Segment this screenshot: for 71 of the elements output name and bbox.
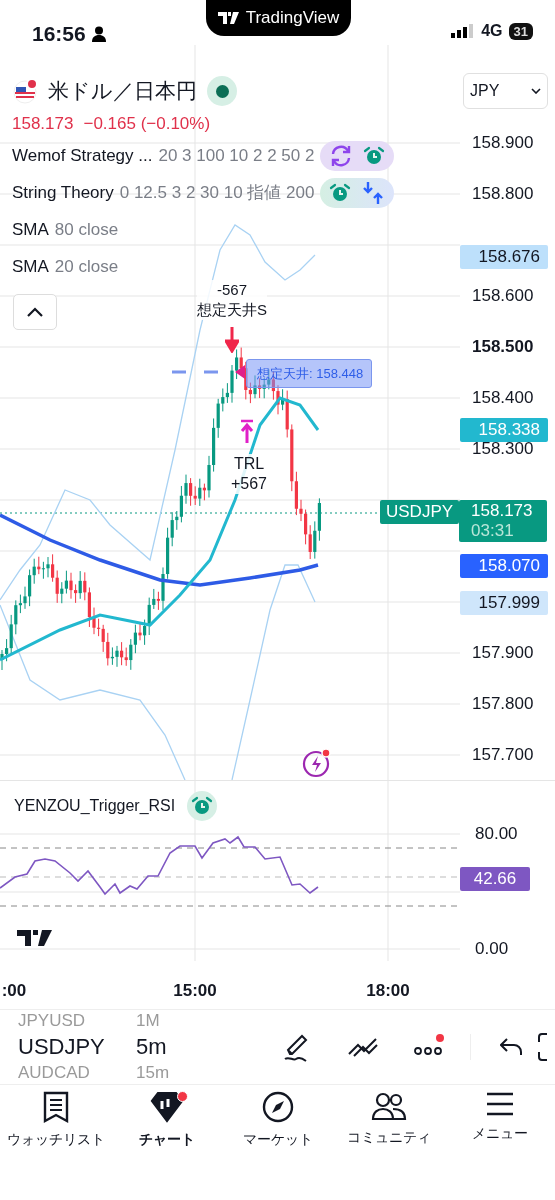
- undo-icon[interactable]: [500, 1037, 524, 1057]
- chevron-up-icon: [27, 307, 43, 317]
- signal-label: 想定天井S: [197, 300, 267, 320]
- price-tag: 157.999: [460, 590, 548, 615]
- indicator-params: 20 close: [54, 256, 119, 277]
- lines-icon[interactable]: [347, 1036, 379, 1058]
- indicator-name[interactable]: Wemof Strategy ...: [12, 145, 153, 166]
- indicator-name[interactable]: String Theory: [12, 182, 114, 203]
- indicator-name[interactable]: SMA: [12, 256, 49, 277]
- nav-tab[interactable]: マーケット: [222, 1091, 333, 1166]
- price-label: 158.300: [472, 439, 534, 459]
- list-icon: [41, 1091, 70, 1123]
- chevron-down-icon: [531, 88, 541, 94]
- nav-tab[interactable]: チャート: [111, 1091, 222, 1166]
- fullscreen-icon[interactable]: [538, 1033, 548, 1061]
- interval-option[interactable]: 5m: [136, 1034, 246, 1060]
- price-tag: 158.070: [460, 554, 548, 579]
- symbol-option[interactable]: USDJPY: [18, 1034, 136, 1060]
- indicator-params: 0 12.5 3 2 30 10 指値 200: [119, 182, 315, 204]
- arrow-down-icon: [225, 327, 239, 353]
- people-icon: [370, 1091, 407, 1121]
- symbol-tag: USDJPY: [380, 500, 460, 524]
- price-label: 158.800: [472, 184, 534, 204]
- symbol-name: 米ドル／日本円: [48, 78, 197, 104]
- compass-icon: [261, 1091, 294, 1123]
- price-tag: 158.338: [460, 417, 548, 442]
- nav-tab[interactable]: メニュー: [444, 1091, 555, 1166]
- triangle-icon: [235, 365, 245, 379]
- indicator-params: 20 3 100 10 2 2 50 2: [158, 145, 315, 166]
- price-label: 157.800: [472, 694, 534, 714]
- network-type: 4G: [481, 22, 503, 40]
- logo-icon: [217, 12, 240, 24]
- price-label: 158.400: [472, 388, 534, 408]
- price-label: 158.900: [472, 133, 534, 153]
- nav-tab[interactable]: コミュニティ: [333, 1091, 444, 1166]
- battery-level: 31: [508, 22, 533, 40]
- last-price: 158.173: [12, 114, 74, 134]
- indicator-name[interactable]: SMA: [12, 219, 49, 240]
- price-tag: 158.676: [460, 245, 548, 270]
- axis-label: 0.00: [475, 939, 509, 959]
- menu-icon: [484, 1091, 515, 1117]
- price-label: 157.900: [472, 643, 534, 663]
- clock-time: 16:56: [32, 22, 86, 46]
- chart-icon: [149, 1091, 184, 1123]
- nav-tab[interactable]: ウォッチリスト: [0, 1091, 111, 1166]
- logo-icon: [17, 930, 52, 946]
- time-label: 18:00: [366, 981, 410, 1001]
- lightning-icon[interactable]: [302, 748, 332, 778]
- signal-icon: [451, 24, 476, 38]
- person-icon: [91, 26, 106, 42]
- arrow-up-icon: [240, 419, 254, 443]
- price-label: 157.700: [472, 745, 534, 765]
- price-change: −0.165 (−0.10%): [83, 114, 211, 134]
- price-label: 158.500: [472, 337, 534, 357]
- alarm-button[interactable]: [187, 791, 218, 821]
- bar-countdown: 03:31: [471, 521, 515, 541]
- currency-dropdown[interactable]: JPY: [463, 73, 548, 109]
- axis-label: 80.00: [475, 824, 518, 844]
- time-label: 15:00: [173, 981, 217, 1001]
- signal-label: TRL: [231, 454, 267, 474]
- indicator-params: 80 close: [54, 219, 119, 240]
- indicator-name[interactable]: YENZOU_Trigger_RSI: [14, 797, 176, 815]
- signal-label: -567: [197, 280, 267, 300]
- brand-name: TradingView: [245, 8, 340, 28]
- last-price: 158.173: [471, 501, 534, 521]
- price-label: 158.600: [472, 286, 534, 306]
- collapse-button[interactable]: [13, 294, 57, 330]
- signal-label: +567: [231, 474, 267, 494]
- rsi-value-tag: 42.66: [460, 867, 530, 891]
- flag-icon: [12, 78, 38, 104]
- time-label: :00: [1, 981, 27, 1001]
